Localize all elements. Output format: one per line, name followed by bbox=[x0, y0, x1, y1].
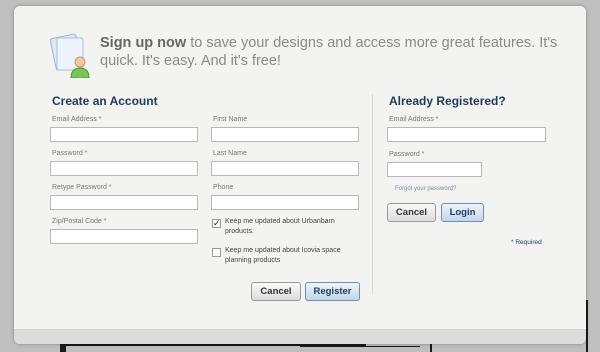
icovia-updates-label: Keep me updated about Icovia space plann… bbox=[225, 247, 341, 264]
backdrop-line bbox=[300, 346, 420, 347]
password-label: Password * bbox=[52, 150, 88, 157]
signup-headline: Sign up now to save your designs and acc… bbox=[100, 35, 558, 69]
login-password-label: Password * bbox=[389, 151, 425, 158]
retype-password-field[interactable] bbox=[50, 195, 198, 210]
email-label: Email Address * bbox=[52, 116, 102, 123]
retype-password-label: Retype Password * bbox=[52, 184, 112, 191]
user-document-icon bbox=[50, 33, 90, 78]
zip-field[interactable] bbox=[50, 229, 198, 244]
password-field[interactable] bbox=[50, 161, 198, 176]
phone-label: Phone bbox=[213, 184, 234, 191]
backdrop-line bbox=[586, 300, 588, 352]
email-field[interactable] bbox=[50, 127, 198, 142]
login-password-field[interactable] bbox=[387, 162, 482, 177]
modal-footer bbox=[14, 329, 586, 344]
column-divider bbox=[372, 94, 373, 294]
forgot-password-link[interactable]: Forgot your password? bbox=[395, 186, 456, 192]
first-name-field[interactable] bbox=[211, 127, 359, 142]
last-name-label: Last Name bbox=[213, 150, 247, 157]
login-cancel-button[interactable]: Cancel bbox=[387, 203, 436, 222]
first-name-label: First Name bbox=[213, 116, 248, 123]
checkmark-icon: ✓ bbox=[213, 218, 221, 228]
urbanbarn-updates-checkbox[interactable]: ✓ bbox=[212, 219, 221, 228]
cancel-button[interactable]: Cancel bbox=[251, 282, 301, 301]
signup-modal: Sign up now to save your designs and acc… bbox=[14, 6, 586, 344]
icovia-updates-checkbox[interactable] bbox=[212, 248, 221, 257]
zip-label: Zip/Postal Code * bbox=[52, 218, 107, 225]
login-button[interactable]: Login bbox=[441, 203, 484, 222]
register-button[interactable]: Register bbox=[305, 282, 360, 301]
login-email-field[interactable] bbox=[387, 127, 546, 142]
already-registered-title: Already Registered? bbox=[389, 94, 506, 108]
create-account-title: Create an Account bbox=[52, 94, 158, 108]
urbanbarn-updates-label: Keep me updated about Urbanbarn products… bbox=[225, 218, 335, 235]
last-name-field[interactable] bbox=[211, 161, 359, 176]
phone-field[interactable] bbox=[211, 195, 359, 210]
login-email-label: Email Address * bbox=[389, 116, 439, 123]
required-note: * Required bbox=[511, 239, 542, 246]
